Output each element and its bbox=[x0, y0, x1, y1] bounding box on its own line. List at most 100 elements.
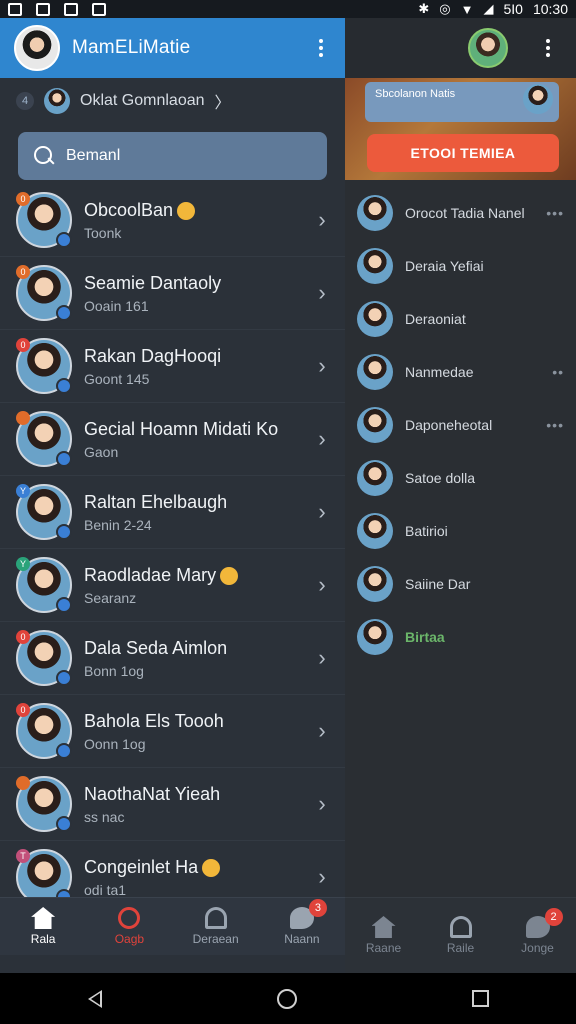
contact-name: Daponeheotal bbox=[405, 416, 493, 433]
chat-row[interactable]: 0 Bahola Els Toooh Oonn 1og › bbox=[0, 695, 345, 768]
chevron-right-icon: › bbox=[318, 718, 326, 743]
status-bar: ✱ ◎ ▼ ◢ 5I0 10:30 bbox=[0, 0, 576, 18]
online-indicator-icon bbox=[56, 816, 72, 832]
search-input[interactable]: Bemanl bbox=[18, 132, 327, 180]
contact-row[interactable]: Nanmedae •• bbox=[345, 345, 576, 398]
chevron-right-icon: › bbox=[318, 864, 326, 889]
contact-row[interactable]: Daponeheotal ••• bbox=[345, 398, 576, 451]
bottom-nav: Rala Oagb Deraean Naann 3 bbox=[0, 897, 345, 955]
notification-icon bbox=[92, 2, 106, 16]
ring-icon bbox=[118, 907, 141, 929]
nav-item[interactable]: Rala bbox=[8, 907, 78, 946]
chat-row[interactable]: Y Raodladae Mary Searanz › bbox=[0, 549, 345, 622]
more-icon[interactable]: ••• bbox=[546, 417, 564, 433]
status-badge: Y bbox=[16, 484, 30, 498]
avatar bbox=[16, 776, 72, 832]
chat-row[interactable]: 0 Rakan DagHooqi Goont 145 › bbox=[0, 330, 345, 403]
back-icon[interactable] bbox=[87, 989, 102, 1008]
online-indicator-icon bbox=[56, 378, 72, 394]
chat-preview: ss nac bbox=[84, 808, 125, 825]
avatar bbox=[357, 512, 393, 549]
chevron-right-icon: › bbox=[318, 353, 326, 378]
contact-name: Batirioi bbox=[405, 522, 448, 539]
contact-row[interactable]: Saiine Dar bbox=[345, 557, 576, 610]
contact-row[interactable]: Orocot Tadia Nanel ••• bbox=[345, 186, 576, 239]
contact-name: Birtaa bbox=[405, 628, 445, 645]
nav-item[interactable]: Jonge 2 bbox=[503, 908, 573, 955]
chevron-right-icon: 〉 bbox=[214, 95, 231, 112]
chat-text: Bahola Els Toooh Oonn 1og bbox=[84, 711, 301, 752]
contact-row[interactable]: Deraia Yefiai bbox=[345, 239, 576, 292]
emoji-icon bbox=[220, 566, 239, 585]
online-indicator-icon bbox=[56, 597, 72, 613]
nav-item[interactable]: Raane bbox=[349, 916, 419, 955]
avatar: Y bbox=[16, 484, 72, 540]
avatar: 0 bbox=[16, 192, 72, 248]
nav-label: Raane bbox=[365, 941, 402, 955]
chat-row[interactable]: Gecial Hoamn Midati Ko Gaon › bbox=[0, 403, 345, 476]
recents-icon[interactable] bbox=[471, 990, 489, 1007]
chevron-right-icon: › bbox=[318, 791, 326, 816]
status-badge bbox=[16, 776, 30, 790]
avatar: 0 bbox=[16, 703, 72, 759]
ring-icon bbox=[449, 916, 472, 938]
contact-row[interactable]: Satoe dolla bbox=[345, 451, 576, 504]
nav-item[interactable]: Naann 3 bbox=[267, 899, 337, 946]
breadcrumb-label: Oklat Gomnlaoan bbox=[80, 92, 205, 109]
contacts-header bbox=[345, 18, 576, 78]
nav-item[interactable]: Raile bbox=[426, 916, 496, 955]
chat-text: Raltan Ehelbaugh Benin 2-24 bbox=[84, 492, 301, 533]
banner-text: Sbcolanon Natis bbox=[375, 88, 456, 100]
avatar bbox=[16, 411, 72, 467]
chat-preview: Searanz bbox=[84, 589, 137, 606]
chat-row[interactable]: Y Raltan Ehelbaugh Benin 2-24 › bbox=[0, 476, 345, 549]
cta-button[interactable]: ETOOI TEMIEA bbox=[367, 134, 559, 172]
search-icon bbox=[32, 144, 56, 168]
contact-name: Deraoniat bbox=[405, 310, 466, 327]
menu-icon[interactable] bbox=[311, 39, 331, 57]
home-button-icon[interactable] bbox=[276, 988, 297, 1009]
chevron-right-icon: › bbox=[318, 572, 326, 597]
notification-icons bbox=[8, 2, 106, 16]
chat-name: Raodladae Mary bbox=[84, 565, 301, 586]
chat-text: ObcoolBan Toonk bbox=[84, 200, 301, 241]
emoji-icon bbox=[177, 201, 196, 220]
chat-row[interactable]: 0 Seamie Dantaoly Ooain 161 › bbox=[0, 257, 345, 330]
status-badge: 0 bbox=[16, 630, 30, 644]
banner-card[interactable]: Sbcolanon Natis bbox=[365, 82, 559, 122]
more-icon[interactable]: ••• bbox=[546, 205, 564, 221]
status-badge: 0 bbox=[16, 265, 30, 279]
nav-label: Raile bbox=[446, 941, 475, 955]
nav-item[interactable]: Deraean bbox=[181, 907, 251, 946]
chat-preview: Toonk bbox=[84, 224, 122, 241]
wifi-icon: ▼ bbox=[460, 1, 474, 17]
chat-text: Rakan DagHooqi Goont 145 bbox=[84, 346, 301, 387]
online-indicator-icon bbox=[56, 451, 72, 467]
clock: 10:30 bbox=[532, 1, 568, 17]
online-indicator-icon bbox=[56, 670, 72, 686]
chevron-right-icon: › bbox=[318, 645, 326, 670]
contact-row[interactable]: Deraoniat bbox=[345, 292, 576, 345]
chat-row[interactable]: 0 Dala Seda Aimlon Bonn 1og › bbox=[0, 622, 345, 695]
more-icon[interactable]: •• bbox=[552, 364, 564, 380]
contact-row[interactable]: Batirioi bbox=[345, 504, 576, 557]
chat-row[interactable]: 0 ObcoolBan Toonk › bbox=[0, 184, 345, 257]
notification-icon bbox=[36, 2, 50, 16]
chat-text: Seamie Dantaoly Ooain 161 bbox=[84, 273, 301, 314]
chat-name: ObcoolBan bbox=[84, 200, 301, 221]
breadcrumb[interactable]: 4 Oklat Gomnlaoan 〉 bbox=[0, 78, 345, 124]
profile-avatar[interactable] bbox=[14, 25, 60, 71]
chat-row[interactable]: NaothaNat Yieah ss nac › bbox=[0, 768, 345, 841]
contact-list: Orocot Tadia Nanel ••• Deraia Yefiai Deraon… bbox=[345, 180, 576, 663]
chevron-right-icon: › bbox=[318, 499, 326, 524]
chat-preview: Goont 145 bbox=[84, 370, 150, 387]
avatar: Y bbox=[16, 557, 72, 613]
menu-icon[interactable] bbox=[538, 39, 558, 57]
user-avatar[interactable] bbox=[468, 28, 508, 68]
avatar bbox=[357, 247, 393, 284]
contact-row[interactable]: Birtaa bbox=[345, 610, 576, 663]
avatar bbox=[357, 406, 393, 443]
nav-item[interactable]: Oagb bbox=[94, 907, 164, 946]
app-title: MamELiMatie bbox=[72, 37, 191, 58]
chat-text: Congeinlet Ha odi ta1 bbox=[84, 857, 301, 898]
